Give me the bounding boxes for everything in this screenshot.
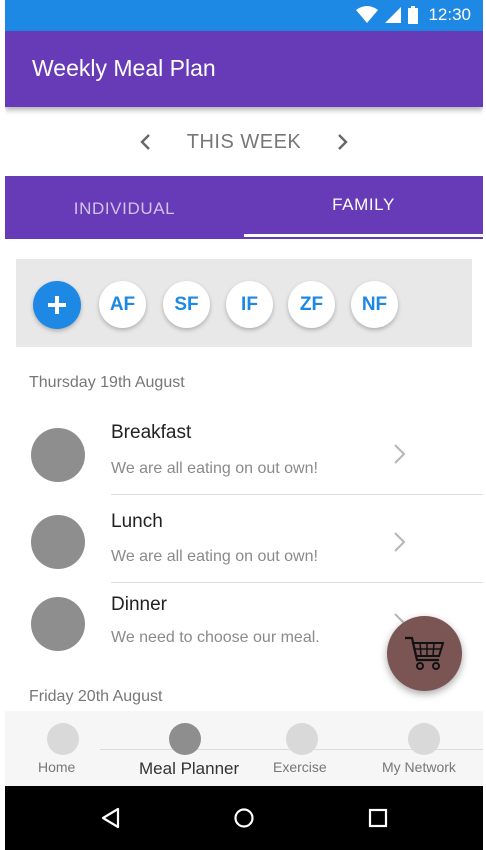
day-heading: Thursday 19th August xyxy=(29,374,185,391)
meal-avatar xyxy=(31,597,85,651)
nav-label: Home xyxy=(38,759,76,775)
nav-item-meal-planner[interactable]: Meal Planner xyxy=(133,711,253,786)
meal-avatar xyxy=(31,515,85,569)
week-label: THIS WEEK xyxy=(186,130,302,153)
plan-tabs: INDIVIDUAL FAMILY xyxy=(5,176,483,239)
home-circle-icon xyxy=(234,808,254,828)
page-title: Weekly Meal Plan xyxy=(32,55,216,81)
member-avatar-zf[interactable]: ZF xyxy=(288,281,335,328)
status-bar: 12:30 xyxy=(5,0,483,31)
family-members-bar: AF SF IF ZF NF xyxy=(16,259,472,347)
home-icon xyxy=(47,723,79,755)
chevron-right-icon xyxy=(394,532,406,552)
recents-button[interactable] xyxy=(366,806,390,830)
tab-individual[interactable]: INDIVIDUAL xyxy=(5,176,244,239)
signal-icon xyxy=(385,7,402,23)
member-avatar-nf[interactable]: NF xyxy=(351,281,398,328)
app-screen: 12:30 Weekly Meal Plan THIS WEEK INDIVID… xyxy=(5,0,483,850)
tab-family[interactable]: FAMILY xyxy=(244,176,483,239)
chevron-left-icon[interactable] xyxy=(135,132,155,152)
meal-planner-icon xyxy=(169,723,201,755)
day-heading: Friday 20th August xyxy=(29,688,163,705)
nav-item-my-network[interactable]: My Network xyxy=(375,711,475,786)
nav-item-home[interactable]: Home xyxy=(25,711,95,786)
add-member-button[interactable] xyxy=(33,281,81,329)
shopping-cart-icon xyxy=(404,636,444,670)
meal-title: Lunch xyxy=(111,511,163,532)
back-icon xyxy=(101,807,120,829)
meal-subtitle: We are all eating on out own! xyxy=(111,460,318,477)
nav-label: Meal Planner xyxy=(139,759,240,778)
chevron-right-icon xyxy=(394,444,406,464)
bottom-navigation: Home Meal Planner Exercise My Network xyxy=(5,711,483,786)
meal-subtitle: We need to choose our meal. xyxy=(111,629,320,646)
my-network-icon xyxy=(408,723,440,755)
divider xyxy=(111,494,483,495)
member-avatar-sf[interactable]: SF xyxy=(163,281,210,328)
member-avatar-af[interactable]: AF xyxy=(99,281,146,328)
system-navigation-bar xyxy=(5,786,483,850)
meal-subtitle: We are all eating on out own! xyxy=(111,548,318,565)
meal-title: Breakfast xyxy=(111,422,192,443)
shopping-cart-button[interactable] xyxy=(387,616,462,691)
wifi-icon xyxy=(356,6,379,23)
status-icons: 12:30 xyxy=(356,5,471,25)
nav-item-exercise[interactable]: Exercise xyxy=(267,711,347,786)
week-navigator: THIS WEEK xyxy=(5,120,483,164)
member-avatar-if[interactable]: IF xyxy=(226,281,273,328)
meal-title: Dinner xyxy=(111,594,167,615)
divider xyxy=(111,582,483,583)
nav-label: Exercise xyxy=(273,759,327,775)
status-time: 12:30 xyxy=(428,5,471,24)
back-button[interactable] xyxy=(99,806,123,830)
recents-icon xyxy=(368,808,388,828)
tab-indicator xyxy=(244,234,483,237)
plus-icon xyxy=(48,296,66,314)
battery-icon xyxy=(408,6,419,24)
app-bar: Weekly Meal Plan xyxy=(5,31,483,107)
meal-avatar xyxy=(31,428,85,482)
home-button[interactable] xyxy=(232,806,256,830)
nav-label: My Network xyxy=(382,759,456,775)
chevron-right-icon[interactable] xyxy=(333,132,353,152)
exercise-icon xyxy=(286,723,318,755)
